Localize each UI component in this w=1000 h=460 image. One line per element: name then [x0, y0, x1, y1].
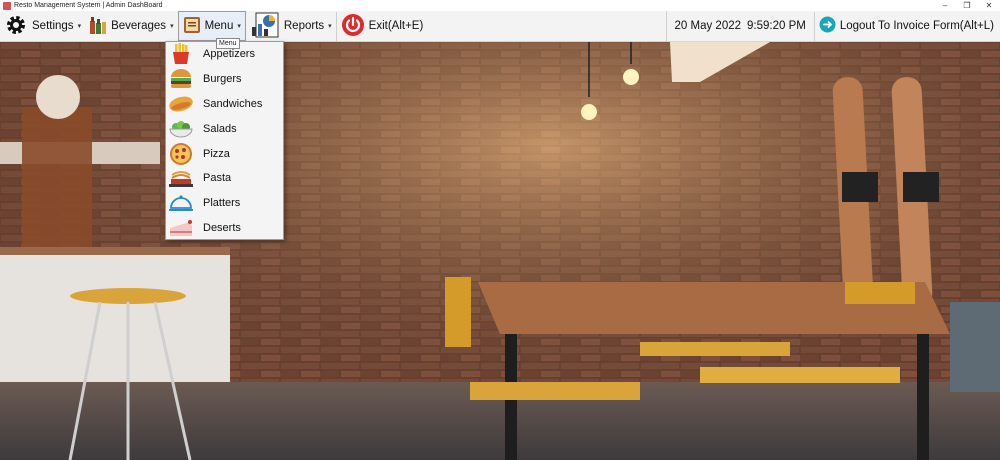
logout-label: Logout To Invoice Form(Alt+L): [839, 20, 994, 32]
report-chart-icon: [250, 12, 280, 41]
cake-icon: [166, 218, 196, 238]
main-menubar: Settings ▾ Beverages ▾ Menu ▾ Reports ▾ …: [0, 10, 1000, 42]
menu-book-icon: [183, 16, 201, 37]
dropdown-item-sandwiches[interactable]: Sandwiches: [166, 92, 283, 117]
datetime-display: 20 May 2022 9:59:20 PM: [665, 10, 814, 42]
menu-menu-label: Menu: [204, 20, 234, 32]
window-controls: – ❐ ✕: [934, 0, 1000, 11]
gear-icon: [4, 13, 28, 40]
salad-icon: [166, 119, 196, 139]
date-label: 20 May 2022: [674, 20, 742, 32]
logout-button[interactable]: Logout To Invoice Form(Alt+L): [813, 11, 1000, 41]
menu-beverages[interactable]: Beverages ▾: [85, 12, 178, 41]
menu-reports-label: Reports: [283, 20, 325, 32]
menu-dropdown: Appetizers Burgers Sandwiches Salads Piz…: [165, 41, 284, 240]
dropdown-item-salads[interactable]: Salads: [166, 116, 283, 141]
menu-exit-label: Exit(Alt+E): [368, 20, 424, 32]
bottles-icon: [89, 15, 107, 38]
power-icon: [341, 13, 365, 40]
menu-exit[interactable]: Exit(Alt+E): [337, 12, 428, 41]
dropdown-item-pasta[interactable]: Pasta: [166, 166, 283, 191]
sandwich-icon: [166, 94, 196, 114]
window-titlebar: Resto Management System | Admin DashBoar…: [0, 0, 1000, 11]
dropdown-item-label: Sandwiches: [203, 97, 263, 110]
burger-icon: [166, 68, 196, 90]
minimize-button[interactable]: –: [934, 0, 956, 11]
menu-beverages-label: Beverages: [111, 20, 167, 32]
app-logo-icon: [3, 1, 11, 10]
chevron-down-icon: ▾: [77, 23, 82, 30]
restore-button[interactable]: ❐: [956, 0, 978, 11]
dropdown-item-platters[interactable]: Platters: [166, 191, 283, 216]
menu-tooltip: Menu: [216, 38, 240, 49]
dropdown-item-label: Salads: [203, 122, 237, 135]
background-restaurant-image: [0, 42, 1000, 460]
platter-icon: [166, 192, 196, 214]
dropdown-item-label: Platters: [203, 197, 241, 210]
dropdown-item-label: Pasta: [203, 172, 232, 185]
dropdown-item-burgers[interactable]: Burgers: [166, 67, 283, 92]
chevron-down-icon: ▾: [237, 23, 241, 30]
dropdown-item-label: Burgers: [203, 73, 242, 86]
pizza-icon: [166, 142, 196, 166]
pasta-icon: [166, 167, 196, 189]
chevron-down-icon: ▾: [170, 23, 174, 30]
logout-icon: [819, 16, 836, 36]
menu-reports[interactable]: Reports ▾: [246, 12, 336, 41]
dropdown-item-label: Pizza: [203, 147, 230, 160]
fries-icon: [166, 43, 196, 65]
chevron-down-icon: ▾: [328, 23, 332, 30]
dropdown-item-deserts[interactable]: Deserts: [166, 216, 283, 241]
menu-settings-label: Settings: [32, 20, 74, 32]
menu-settings[interactable]: Settings ▾: [0, 12, 85, 41]
menu-menu[interactable]: Menu ▾: [177, 11, 246, 41]
menubar-right: 20 May 2022 9:59:20 PM Logout To Invoice…: [665, 10, 1000, 42]
dropdown-item-label: Appetizers: [203, 48, 255, 61]
dropdown-item-pizza[interactable]: Pizza: [166, 141, 283, 166]
window-title: Resto Management System | Admin DashBoar…: [14, 2, 163, 9]
close-button[interactable]: ✕: [978, 0, 1000, 11]
time-label: 9:59:20 PM: [747, 20, 806, 32]
dropdown-item-label: Deserts: [203, 221, 241, 234]
